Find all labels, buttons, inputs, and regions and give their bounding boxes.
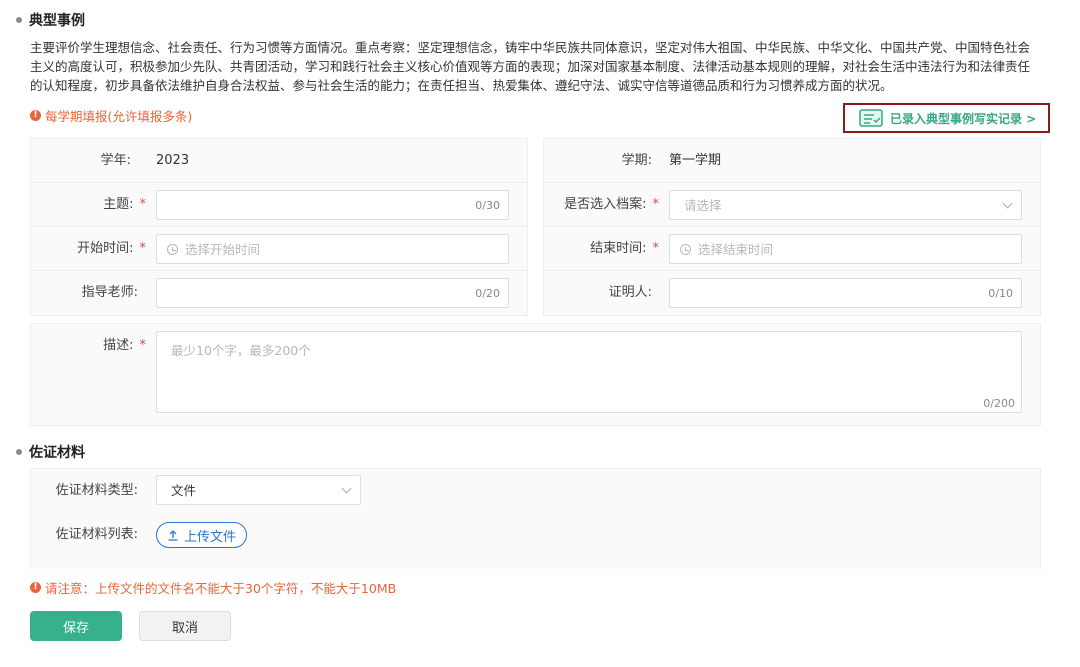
end-time-label: 结束时间: * — [590, 241, 660, 256]
section-title-typical-cases: 典型事例 — [16, 10, 85, 30]
witness-counter: 0/10 — [988, 287, 1013, 300]
clock-icon — [680, 244, 691, 255]
evidence-type-select[interactable]: 文件 — [156, 475, 361, 505]
teacher-label: 指导老师: — [81, 285, 138, 300]
description-panel: 描述: * 最少10个字，最多200个 0/200 — [30, 323, 1041, 426]
topic-input[interactable]: 0/30 — [156, 190, 509, 220]
row-witness: 证明人: 0/10 — [544, 271, 1040, 315]
upload-icon — [168, 530, 178, 541]
term-value: 第一学期 — [669, 153, 722, 168]
row-evidence-list: 佐证材料列表: 上传文件 — [31, 513, 1040, 569]
document-list-icon — [859, 109, 883, 127]
bullet-icon — [16, 449, 22, 455]
upload-file-button[interactable]: 上传文件 — [156, 522, 248, 548]
description-placeholder: 最少10个字，最多200个 — [171, 343, 311, 358]
bullet-icon — [16, 17, 22, 23]
row-archive: 是否选入档案: * 请选择 — [544, 183, 1040, 227]
archive-label: 是否选入档案: * — [564, 197, 660, 212]
row-evidence-type: 佐证材料类型: 文件 — [31, 469, 1040, 513]
form-panel-right: 学期: 第一学期 是否选入档案: * 请选择 结束时间: * 选择结束时间 证明人:… — [543, 138, 1041, 316]
top-note: ! 每学期填报(允许填报多条) — [30, 106, 192, 125]
section-title-text: 佐证材料 — [29, 445, 85, 461]
row-year: 学年: 2023 — [31, 139, 527, 183]
year-label: 学年: — [100, 153, 131, 168]
save-button[interactable]: 保存 — [30, 611, 122, 641]
end-time-placeholder: 选择结束时间 — [698, 242, 774, 257]
top-note-text: 每学期填报(允许填报多条) — [45, 109, 193, 124]
section-description: 主要评价学生理想信念、社会责任、行为习惯等方面情况。重点考察：坚定理想信念，铸牢… — [30, 40, 1031, 93]
chevron-down-icon — [341, 483, 352, 494]
cancel-button[interactable]: 取消 — [139, 611, 231, 641]
required-mark: * — [652, 241, 660, 256]
evidence-type-value: 文件 — [171, 483, 197, 498]
warning-icon: ! — [30, 110, 41, 121]
start-time-label: 开始时间: * — [77, 241, 147, 256]
archive-select[interactable]: 请选择 — [669, 190, 1022, 220]
description-counter: 0/200 — [983, 397, 1015, 410]
section-title-evidence: 佐证材料 — [16, 442, 85, 462]
year-value: 2023 — [156, 153, 190, 168]
description-label: 描述: * — [103, 338, 147, 353]
witness-input[interactable]: 0/10 — [669, 278, 1022, 308]
bottom-note-text: 请注意：上传文件的文件名不能大于30个字符，不能大于10MB — [45, 581, 397, 596]
required-mark: * — [139, 338, 147, 353]
evidence-list-label: 佐证材料列表: — [55, 527, 138, 542]
clock-icon — [167, 244, 178, 255]
end-time-picker[interactable]: 选择结束时间 — [669, 234, 1022, 264]
required-mark: * — [652, 197, 660, 212]
topic-label: 主题: * — [103, 197, 147, 212]
row-teacher: 指导老师: 0/20 — [31, 271, 527, 315]
start-time-placeholder: 选择开始时间 — [185, 242, 261, 257]
evidence-panel: 佐证材料类型: 文件 佐证材料列表: 上传文件 — [30, 468, 1041, 569]
description-textarea[interactable]: 最少10个字，最多200个 0/200 — [156, 331, 1022, 413]
required-mark: * — [139, 197, 147, 212]
evidence-type-label: 佐证材料类型: — [55, 483, 138, 498]
row-term: 学期: 第一学期 — [544, 139, 1040, 183]
topic-counter: 0/30 — [475, 199, 500, 212]
start-time-picker[interactable]: 选择开始时间 — [156, 234, 509, 264]
upload-file-label: 上传文件 — [184, 529, 237, 545]
chevron-down-icon — [1002, 198, 1013, 209]
typical-case-records-link[interactable]: 已录入典型事例写实记录 > — [843, 103, 1050, 133]
archive-placeholder: 请选择 — [684, 198, 722, 213]
term-label: 学期: — [621, 153, 652, 168]
bottom-note: ! 请注意：上传文件的文件名不能大于30个字符，不能大于10MB — [30, 578, 396, 597]
teacher-counter: 0/20 — [475, 287, 500, 300]
required-mark: * — [139, 241, 147, 256]
teacher-input[interactable]: 0/20 — [156, 278, 509, 308]
row-topic: 主题: * 0/30 — [31, 183, 527, 227]
section-title-text: 典型事例 — [29, 13, 85, 29]
row-end-time: 结束时间: * 选择结束时间 — [544, 227, 1040, 271]
witness-label: 证明人: — [608, 285, 652, 300]
row-start-time: 开始时间: * 选择开始时间 — [31, 227, 527, 271]
warning-icon: ! — [30, 582, 41, 593]
form-panel-left: 学年: 2023 主题: * 0/30 开始时间: * 选择开始时间 指导老师: 0… — [30, 138, 528, 316]
record-link-text: 已录入典型事例写实记录 > — [890, 111, 1037, 126]
